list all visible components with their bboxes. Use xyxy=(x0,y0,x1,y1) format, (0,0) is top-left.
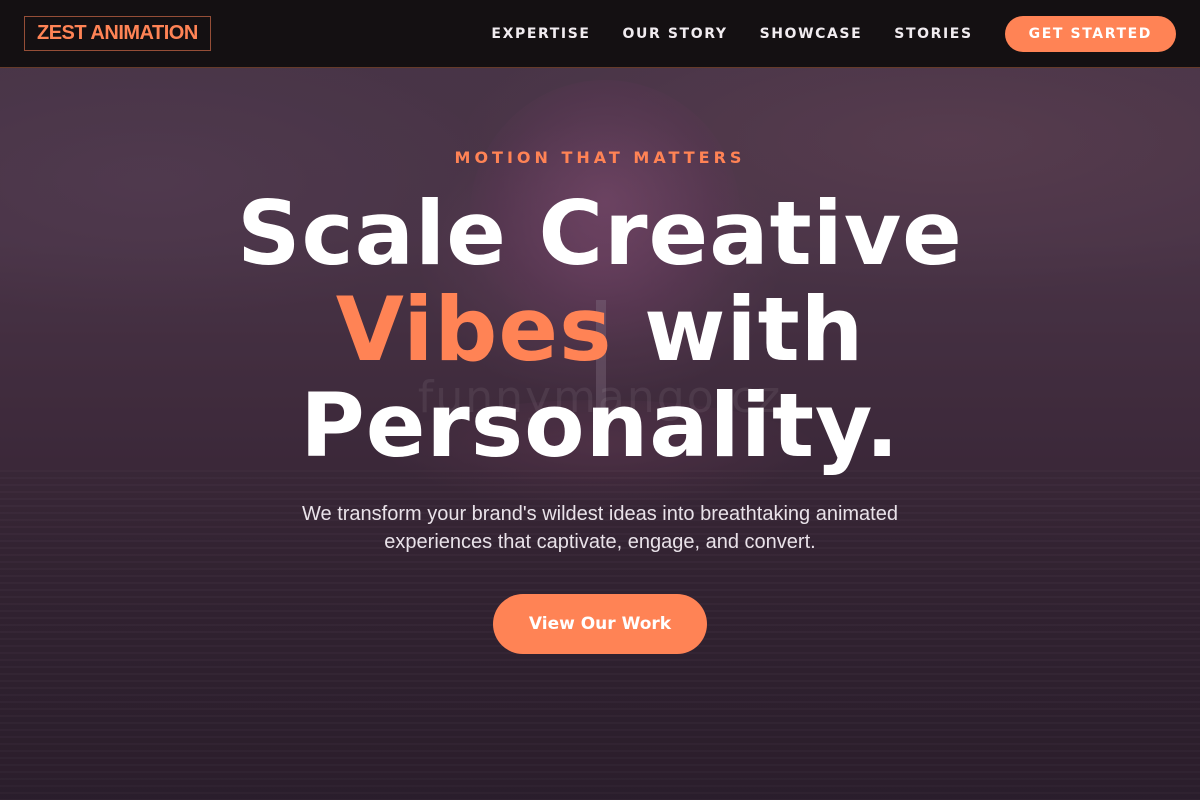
nav-link-our-story[interactable]: OUR STORY xyxy=(623,26,728,42)
headline-accent: Vibes xyxy=(335,278,613,381)
main-nav: EXPERTISE OUR STORY SHOWCASE STORIES GET… xyxy=(459,15,1176,52)
headline-line-3: Personality. xyxy=(300,374,900,477)
hero-section: MOTION THAT MATTERS funnymango.cz Scale … xyxy=(0,0,1200,800)
headline-line-2: with xyxy=(612,278,865,381)
view-our-work-button[interactable]: View Our Work xyxy=(493,594,707,654)
get-started-button[interactable]: GET STARTED xyxy=(1004,15,1176,52)
site-header: ZEST ANIMATION EXPERTISE OUR STORY SHOWC… xyxy=(0,0,1200,68)
hero-headline: Scale Creative Vibes with Personality. xyxy=(100,186,1100,474)
nav-link-stories[interactable]: STORIES xyxy=(894,26,972,42)
nav-link-showcase[interactable]: SHOWCASE xyxy=(760,26,863,42)
headline-line-1: Scale Creative xyxy=(237,182,963,285)
hero-eyebrow: MOTION THAT MATTERS xyxy=(454,148,746,167)
logo[interactable]: ZEST ANIMATION xyxy=(24,16,211,51)
hero-subtitle: We transform your brand's wildest ideas … xyxy=(302,503,898,553)
nav-link-expertise[interactable]: EXPERTISE xyxy=(491,26,590,42)
